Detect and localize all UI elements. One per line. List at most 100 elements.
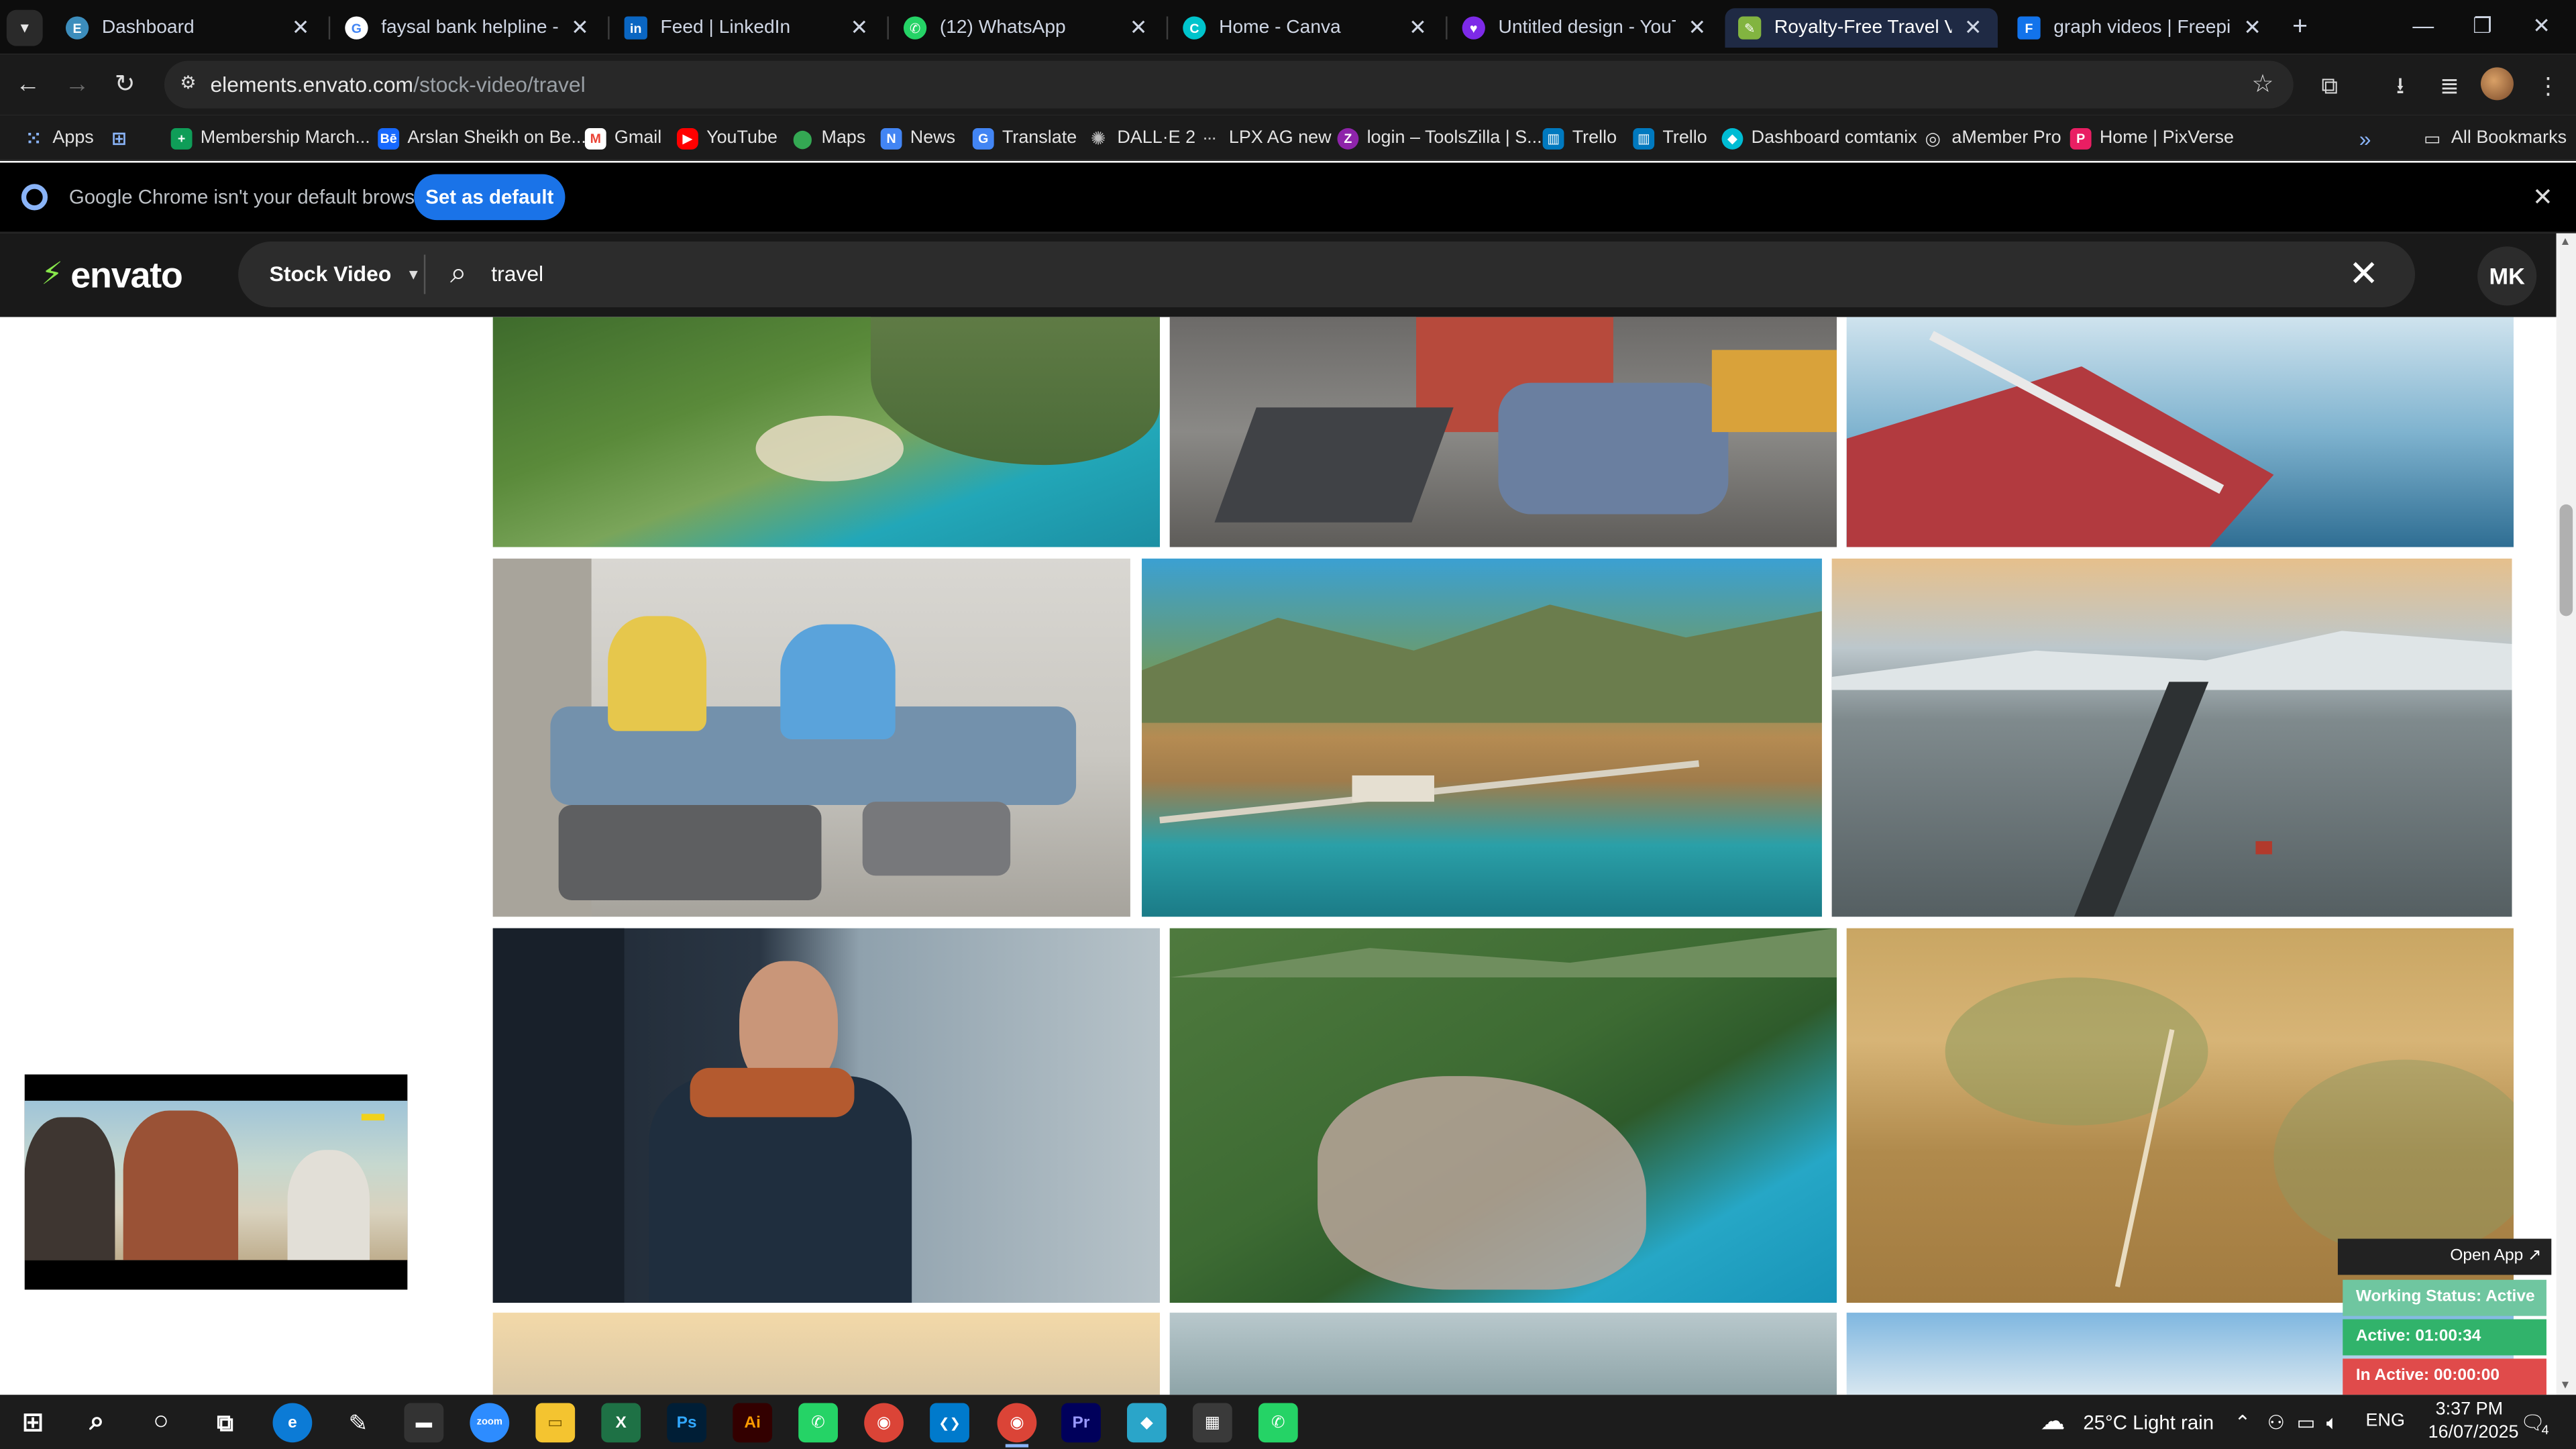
forward-button[interactable]: → — [61, 69, 94, 102]
search-input[interactable]: travel — [491, 261, 543, 286]
video-thumb-coastal-town[interactable] — [1169, 928, 1837, 1303]
excel-icon[interactable]: X — [601, 1403, 641, 1443]
back-button[interactable]: ← — [11, 69, 44, 102]
reload-button[interactable]: ↻ — [109, 69, 142, 102]
search-icon[interactable]: ⌕ — [77, 1403, 117, 1442]
tab-whatsapp[interactable]: ✆ (12) WhatsApp ✕ — [890, 8, 1163, 48]
bookmark-grid[interactable]: ⊞ — [109, 123, 138, 153]
network-icon[interactable]: ▭ — [2297, 1411, 2316, 1434]
video-thumb-family-sofa[interactable] — [492, 558, 1130, 917]
new-tab-button[interactable]: + — [2284, 11, 2316, 44]
bookmark-trello-1[interactable]: ▥ Trello — [1542, 123, 1617, 153]
chevron-up-icon[interactable]: ⌃ — [2235, 1411, 2251, 1434]
photoshop-icon[interactable]: Ps — [667, 1403, 707, 1443]
bookmark-trello-2[interactable]: ▥ Trello — [1633, 123, 1707, 153]
set-as-default-button[interactable]: Set as default — [414, 174, 566, 221]
close-icon[interactable]: ✕ — [848, 15, 871, 41]
language-indicator[interactable]: ENG — [2366, 1411, 2405, 1431]
meet-icon[interactable]: ⚇ — [2267, 1411, 2285, 1434]
tab-dashboard[interactable]: E Dashboard ✕ — [52, 8, 325, 48]
whatsapp-desktop-icon[interactable]: ✆ — [798, 1403, 838, 1443]
bookmark-behance[interactable]: Bē Arslan Sheikh on Be... — [378, 123, 586, 153]
video-thumb-bus-passenger[interactable] — [492, 928, 1160, 1303]
close-icon[interactable]: ✕ — [568, 15, 591, 41]
tab-linkedin[interactable]: in Feed | LinkedIn ✕ — [611, 8, 884, 48]
bookmark-pixverse[interactable]: P Home | PixVerse — [2070, 123, 2234, 153]
video-thumb-coastal-bridge[interactable] — [1142, 558, 1822, 917]
bookmark-maps[interactable]: ⬤ Maps — [792, 123, 865, 153]
close-icon[interactable]: ✕ — [2241, 15, 2263, 41]
page-scrollbar[interactable]: ▲ ▼ — [2556, 233, 2576, 1395]
close-icon[interactable]: ✕ — [1127, 15, 1150, 41]
bookmark-news[interactable]: N News — [880, 123, 955, 153]
weather-text[interactable]: 25°C Light rain — [2083, 1411, 2214, 1434]
close-icon[interactable]: ✕ — [1962, 15, 1984, 41]
bookmark-amember[interactable]: ◎ aMember Pro — [1922, 123, 2061, 153]
system-clock[interactable]: 3:37 PM 16/07/2025 — [2428, 1398, 2519, 1444]
bookmark-star-icon[interactable]: ☆ — [2251, 69, 2273, 99]
media-queue-icon[interactable]: ≣ — [2433, 69, 2466, 102]
chrome-profile-icon[interactable]: ◉ — [997, 1403, 1037, 1443]
address-bar[interactable]: ⚙ elements.envato.com/stock-video/travel… — [164, 60, 2294, 109]
windows-start-icon[interactable]: ⊞ — [13, 1403, 53, 1442]
category-dropdown[interactable]: Stock Video ▼ — [270, 261, 421, 286]
all-bookmarks[interactable]: ▭ All Bookmarks — [2422, 123, 2567, 153]
video-thumb-snow-road[interactable] — [1831, 558, 2512, 917]
task-view-icon[interactable]: ⧉ — [205, 1403, 245, 1442]
site-settings-icon[interactable]: ⚙ — [177, 74, 199, 95]
bookmark-gmail[interactable]: M Gmail — [584, 123, 661, 153]
download-icon[interactable]: ⭳ — [2383, 69, 2416, 102]
app-diamond-icon[interactable]: ◆ — [1127, 1403, 1167, 1443]
terminal-icon[interactable]: ▬ — [404, 1403, 444, 1443]
tab-search-button[interactable]: ▾ — [6, 9, 43, 46]
video-thumb-mist-mountain[interactable] — [1169, 1312, 1837, 1395]
bookmark-youtube[interactable]: ▶ YouTube — [676, 123, 777, 153]
clear-search-button[interactable]: ✕ — [2349, 253, 2379, 296]
scrollbar-thumb[interactable] — [2559, 504, 2573, 616]
tab-envato-active[interactable]: ✎ Royalty-Free Travel Videos ✕ — [1725, 8, 1998, 48]
profile-avatar[interactable] — [2480, 67, 2514, 101]
envato-logo[interactable]: ⚡ envato — [41, 255, 183, 298]
scroll-down-icon[interactable]: ▼ — [2560, 1380, 2571, 1391]
tab-untitled-design[interactable]: ♥ Untitled design - YouTube ✕ — [1449, 8, 1722, 48]
video-thumb-sunset[interactable] — [492, 1312, 1160, 1395]
file-explorer-icon[interactable]: ▭ — [535, 1403, 576, 1443]
bookmark-toolszilla[interactable]: Zlogin – ToolsZilla | S... — [1337, 123, 1542, 153]
volume-icon[interactable]: 🔈︎ — [2326, 1411, 2339, 1436]
chrome-icon[interactable]: ◉ — [864, 1403, 904, 1443]
bookmark-apps[interactable]: ⁙ Apps — [23, 123, 94, 153]
scroll-up-icon[interactable]: ▲ — [2560, 237, 2571, 248]
edge-icon[interactable]: e — [272, 1403, 313, 1443]
tab-google[interactable]: G faysal bank helpline - Google ✕ — [332, 8, 605, 48]
cortana-icon[interactable]: ○ — [142, 1403, 181, 1442]
url-text[interactable]: elements.envato.com/stock-video/travel — [210, 72, 585, 97]
video-thumb-couple-laptop[interactable] — [1169, 317, 1837, 547]
bookmark-dalle[interactable]: ✺ DALL·E 2 — [1087, 123, 1195, 153]
calculator-icon[interactable]: ▦ — [1192, 1403, 1232, 1443]
tab-freepik[interactable]: F graph videos | Freepik ✕ — [2004, 8, 2277, 48]
whatsapp-business-icon[interactable]: ✆ — [1258, 1403, 1298, 1443]
user-avatar[interactable]: MK — [2477, 246, 2537, 306]
illustrator-icon[interactable]: Ai — [733, 1403, 773, 1443]
close-icon[interactable]: ✕ — [1686, 15, 1709, 41]
video-thumb-icebreaker[interactable] — [1846, 317, 2514, 547]
picture-in-picture-player[interactable] — [24, 1074, 408, 1290]
more-menu-icon[interactable]: ⋮ — [2532, 69, 2565, 102]
tab-canva[interactable]: C Home - Canva ✕ — [1170, 8, 1443, 48]
video-thumb-coast-cliff[interactable] — [492, 317, 1160, 547]
weather-icon[interactable]: ☁ — [2041, 1406, 2065, 1436]
open-app-link[interactable]: Open App ↗ — [2337, 1238, 2552, 1275]
vscode-icon[interactable]: ❮❯ — [930, 1403, 969, 1443]
close-window-button[interactable]: ✕ — [2504, 0, 2576, 54]
bookmark-lpx[interactable]: ··· LPX AG new — [1199, 123, 1332, 153]
close-icon[interactable]: ✕ — [289, 15, 312, 41]
extensions-icon[interactable]: ⧉ — [2313, 69, 2346, 102]
bookmark-translate[interactable]: G Translate — [972, 123, 1077, 153]
bookmark-membership[interactable]: + Membership March... — [170, 123, 370, 153]
close-icon[interactable]: ✕ — [1406, 15, 1429, 41]
zoom-icon[interactable]: zoom — [470, 1403, 510, 1443]
close-icon[interactable]: ✕ — [2532, 182, 2553, 212]
bookmarks-overflow-icon[interactable]: » — [2359, 123, 2371, 153]
pen-icon[interactable]: ✎ — [338, 1403, 378, 1442]
premiere-icon[interactable]: Pr — [1061, 1403, 1101, 1443]
